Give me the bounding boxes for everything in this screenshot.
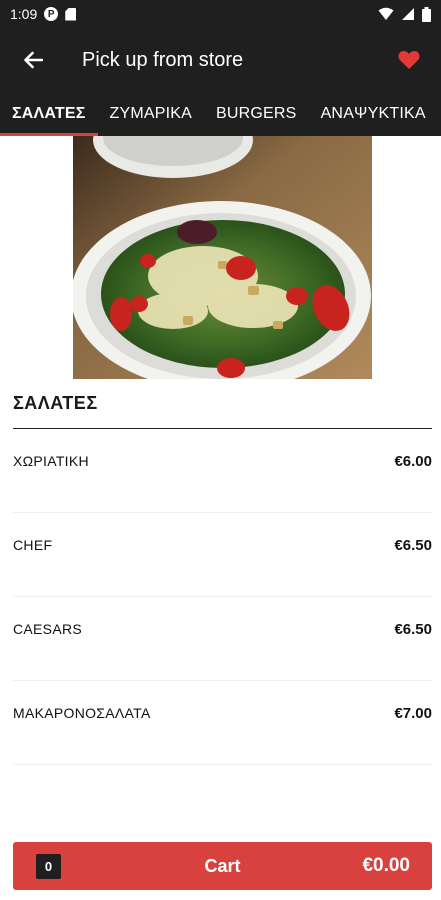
signal-icon	[402, 8, 414, 20]
heart-icon	[398, 51, 420, 69]
menu-item[interactable]: ΧΩΡΙΑΤΙΚΗ €6.00	[13, 429, 432, 513]
menu-item-price: €6.50	[394, 621, 432, 638]
notification-badge-icon: P	[44, 7, 59, 21]
menu-item-name: ΧΩΡΙΑΤΙΚΗ	[13, 453, 89, 469]
menu-item-name: CHEF	[13, 537, 53, 553]
app-toolbar: Pick up from store	[0, 28, 441, 92]
salad-photo	[73, 136, 372, 379]
tab-pasta[interactable]: ΖΥΜΑΡΙΚΑ	[98, 92, 205, 136]
menu-item-price: €6.50	[394, 537, 432, 554]
cart-count-badge: 0	[36, 853, 61, 879]
arrow-left-icon	[24, 51, 43, 69]
menu-item-name: CAESARS	[13, 621, 83, 637]
menu-item[interactable]: CHEF €6.50	[13, 513, 432, 597]
page-title: Pick up from store	[82, 48, 244, 71]
tab-salads[interactable]: ΣΑΛΑΤΕΣ	[0, 92, 98, 136]
menu-item[interactable]: CAESARS €6.50	[13, 597, 432, 681]
battery-icon	[422, 6, 431, 22]
menu-item-price: €7.00	[394, 705, 432, 722]
cart-button[interactable]: 0 Cart €0.00	[13, 842, 432, 890]
menu-list: ΧΩΡΙΑΤΙΚΗ €6.00 CHEF €6.50 CAESARS €6.50…	[13, 429, 432, 765]
category-image	[73, 136, 372, 379]
wifi-icon	[378, 7, 394, 20]
cart-total: €0.00	[362, 855, 410, 876]
menu-item[interactable]: ΜΑΚΑΡΟΝΟΣΑΛΑΤΑ €7.00	[13, 681, 432, 765]
tab-burgers[interactable]: BURGERS	[204, 92, 309, 136]
section-title: ΣΑΛΑΤΕΣ	[13, 393, 98, 413]
tab-soft-drinks[interactable]: ΑΝΑΨΥΚΤΙΚΑ	[309, 92, 438, 136]
status-bar: 1:09 P	[0, 0, 441, 28]
menu-item-price: €6.00	[394, 453, 432, 470]
favorite-button[interactable]	[377, 28, 441, 92]
menu-item-name: ΜΑΚΑΡΟΝΟΣΑΛΑΤΑ	[13, 705, 151, 721]
category-tabs: ΣΑΛΑΤΕΣ ΖΥΜΑΡΙΚΑ BURGERS ΑΝΑΨΥΚΤΙΚΑ	[0, 92, 441, 136]
sd-card-icon	[65, 7, 77, 21]
back-button[interactable]	[0, 28, 66, 92]
status-time: 1:09	[10, 6, 38, 22]
